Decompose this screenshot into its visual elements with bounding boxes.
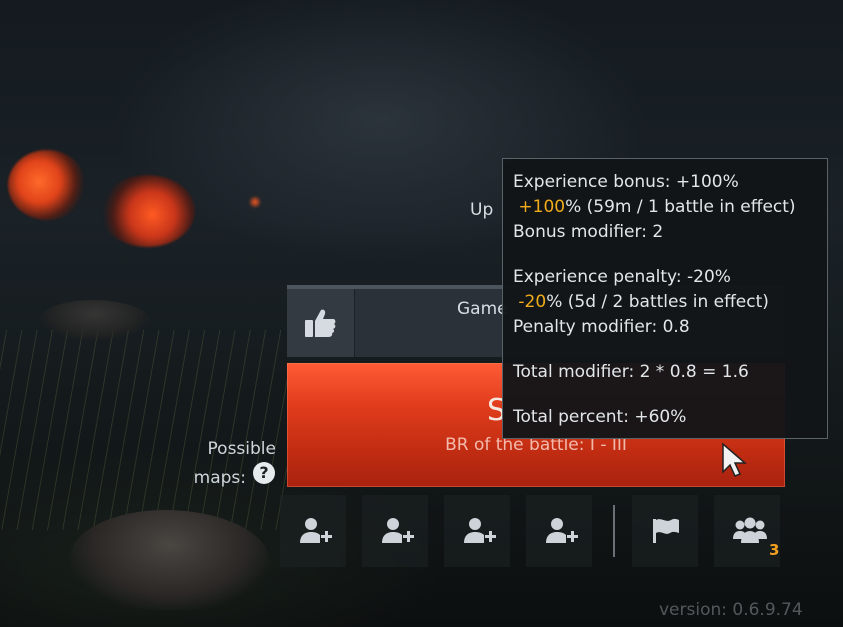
rock-foreground [70,510,270,610]
thumbs-up-icon [305,309,336,337]
invite-squad-slot-3[interactable] [444,495,510,567]
bonus-value: +100 [518,197,566,217]
squad-bar: 3 [280,495,785,567]
squad-icon [733,517,767,543]
squad-count-badge: 3 [769,541,780,559]
mouse-cursor-icon [722,442,748,477]
rock-distant [40,300,150,340]
invite-squad-slot-4[interactable] [526,495,592,567]
bonus-modifier-line: Bonus modifier: 2 [513,222,664,242]
game-mode-name: Game [457,299,508,319]
flag-icon [653,518,679,543]
add-player-icon [464,518,496,543]
experience-penalty-line: Experience penalty: -20% [513,267,731,287]
possible-maps-line1: Possible [207,439,276,459]
like-button[interactable] [287,289,355,357]
experience-bonus-detail: +100% (59m / 1 battle in effect) [513,195,817,220]
experience-bonus-line: Experience bonus: +100% [513,172,739,192]
total-percent-line: Total percent: +60% [513,407,687,427]
burning-ember-left [8,150,86,220]
invite-squad-slot-1[interactable] [280,495,346,567]
squad-divider [613,505,615,557]
grass-foreground [0,330,290,530]
burning-ember-small [248,196,262,208]
bonus-detail-text: % (59m / 1 battle in effect) [565,197,796,217]
add-player-icon [546,518,578,543]
burning-ember-center [100,175,195,247]
invite-squad-slot-2[interactable] [362,495,428,567]
experience-penalty-detail: -20% (5d / 2 battles in effect) [513,290,817,315]
research-up-label: Up [470,200,494,220]
total-modifier-line: Total modifier: 2 * 0.8 = 1.6 [513,362,749,382]
penalty-modifier-line: Penalty modifier: 0.8 [513,317,690,337]
add-player-icon [382,518,414,543]
help-icon[interactable]: ? [253,462,275,484]
penalty-detail-text: % (5d / 2 battles in effect) [546,292,769,312]
version-label: version: 0.6.9.74 [659,600,803,620]
penalty-value: -20 [518,292,547,312]
experience-tooltip: Experience bonus: +100% +100% (59m / 1 b… [502,158,828,439]
add-player-icon [300,518,332,543]
flag-button[interactable] [632,495,698,567]
